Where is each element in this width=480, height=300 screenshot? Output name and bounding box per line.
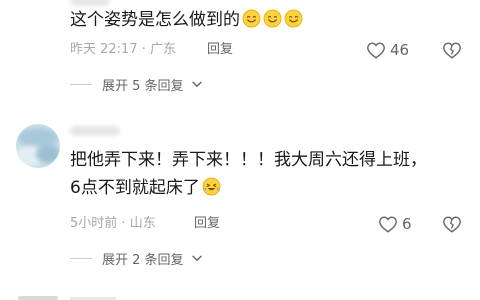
comment-text-line1: 把他弄下来！弄下来！！！我大周六还得上班， <box>70 150 427 170</box>
comment-list: 这个姿势是怎么做到的 昨天 22:17 · 广东 回复 46 展开 5 条回复 <box>0 0 480 300</box>
comment-time: 5小时前 <box>70 216 118 231</box>
chevron-down-icon <box>191 255 202 262</box>
like-count: 46 <box>390 41 410 59</box>
expand-replies-label: 展开 5 条回复 <box>102 78 184 94</box>
heart-icon <box>379 216 397 233</box>
smile-emoji <box>284 9 303 28</box>
comment-location: 广东 <box>150 42 177 57</box>
comment-meta: 5小时前 · 山东 <box>70 214 156 234</box>
like-count: 6 <box>402 215 412 233</box>
expand-replies-button[interactable]: 展开 2 条回复 <box>70 248 202 268</box>
laugh-cry-emoji <box>202 177 221 196</box>
comment-time: 昨天 22:17 <box>70 42 138 57</box>
expand-replies-label: 展开 2 条回复 <box>102 252 184 268</box>
like-button[interactable]: 6 <box>378 214 412 234</box>
broken-heart-icon <box>443 216 461 233</box>
meta-dot: · <box>141 42 151 57</box>
broken-heart-icon <box>443 42 461 59</box>
username-blurred <box>70 126 120 136</box>
comment-item: 这个姿势是怎么做到的 昨天 22:17 · 广东 回复 46 展开 5 条回复 <box>0 0 480 100</box>
avatar[interactable] <box>16 124 60 168</box>
comment-item: 把他弄下来！弄下来！！！我大周六还得上班， 6点不到就起床了 5小时前 · 山东… <box>0 120 480 285</box>
heart-icon <box>367 42 385 59</box>
expand-divider-line <box>70 83 92 85</box>
chevron-down-icon <box>191 81 202 88</box>
comment-text[interactable]: 把他弄下来！弄下来！！！我大周六还得上班， 6点不到就起床了 <box>70 146 460 202</box>
comment-text-content: 这个姿势是怎么做到的 <box>70 10 240 30</box>
comment-location: 山东 <box>129 216 156 231</box>
like-button[interactable]: 46 <box>366 40 409 60</box>
next-comment-avatar-partial <box>18 296 58 300</box>
reply-button[interactable]: 回复 <box>194 214 220 234</box>
comment-text-line2-wrapper: 6点不到就起床了 <box>70 174 460 202</box>
meta-dot: · <box>121 216 130 231</box>
comment-text-line2: 6点不到就起床了 <box>70 178 200 198</box>
smile-emoji <box>263 9 282 28</box>
dislike-button[interactable] <box>442 40 462 60</box>
comment-meta-row: 昨天 22:17 · 广东 回复 46 <box>70 40 470 60</box>
comment-meta: 昨天 22:17 · 广东 <box>70 40 176 60</box>
comment-meta-row: 5小时前 · 山东 回复 6 <box>70 214 470 234</box>
expand-replies-button[interactable]: 展开 5 条回复 <box>70 74 202 94</box>
smile-emoji <box>242 9 261 28</box>
reply-button[interactable]: 回复 <box>207 40 233 60</box>
comment-text[interactable]: 这个姿势是怎么做到的 <box>70 6 460 34</box>
expand-divider-line <box>70 257 92 259</box>
dislike-button[interactable] <box>442 214 462 234</box>
